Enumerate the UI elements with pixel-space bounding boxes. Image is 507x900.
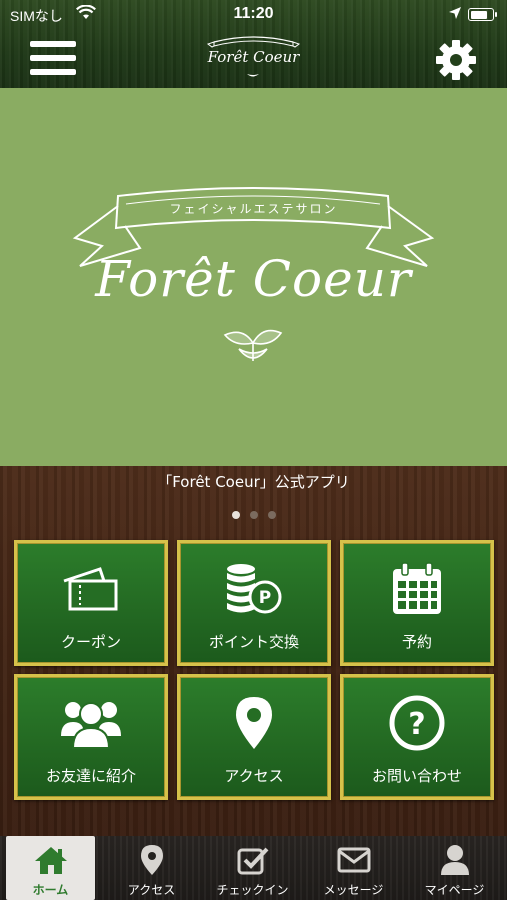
svg-text:P: P [259, 588, 271, 608]
point-exchange-tile[interactable]: P ポイント交換 [177, 540, 331, 666]
tab-label: チェックイン [216, 883, 289, 897]
hamburger-menu-icon [30, 41, 76, 47]
coupon-tile[interactable]: クーポン [14, 540, 168, 666]
carousel-dot[interactable] [267, 511, 276, 519]
carousel-caption: 「Forêt Coeur」公式アプリ [157, 473, 350, 491]
battery-icon [468, 8, 497, 21]
clock: 11:20 [233, 5, 274, 22]
settings-button[interactable] [432, 36, 480, 84]
ticket-icon [17, 557, 165, 621]
tab-mypage[interactable]: マイページ [404, 836, 505, 900]
status-bar: SIMなし 11:20 [0, 0, 507, 30]
person-icon [404, 843, 505, 877]
home-icon [6, 843, 95, 877]
map-pin-icon [101, 843, 202, 877]
tab-label: ホーム [32, 883, 69, 897]
reservation-tile[interactable]: 予約 [340, 540, 494, 666]
header-logo-text: Forêt Coeur [207, 48, 300, 66]
refer-friend-tile[interactable]: お友達に紹介 [14, 674, 168, 800]
carousel-dot[interactable] [231, 511, 240, 519]
tab-label: マイページ [424, 883, 485, 897]
coins-point-icon: P [180, 557, 328, 621]
tab-checkin[interactable]: チェックイン [202, 836, 303, 900]
question-circle-icon: ? [343, 691, 491, 755]
location-arrow-icon [448, 6, 462, 25]
carousel-dots [0, 504, 507, 523]
calendar-icon [343, 557, 491, 621]
hero-subtitle: フェイシャルエステサロン [169, 202, 338, 216]
tab-home[interactable]: ホーム [6, 836, 95, 900]
contact-tile[interactable]: ? お問い合わせ [340, 674, 494, 800]
tile-label: 予約 [401, 633, 432, 651]
users-group-icon [17, 691, 165, 755]
tab-message[interactable]: メッセージ [303, 836, 404, 900]
tile-label: ポイント交換 [208, 633, 299, 651]
app-header: SIMなし 11:20 Forêt Coeur [0, 0, 507, 88]
gear-icon [436, 40, 476, 80]
checkbox-icon [202, 843, 303, 877]
tile-label: お友達に紹介 [45, 767, 136, 785]
svg-text:?: ? [408, 707, 425, 742]
tile-label: クーポン [60, 633, 121, 651]
tab-bar: ホーム アクセス チェックイン メッセージ マイページ [0, 836, 507, 900]
envelope-icon [303, 843, 404, 877]
tab-access[interactable]: アクセス [101, 836, 202, 900]
tab-label: アクセス [127, 883, 176, 897]
hero-banner[interactable]: フェイシャルエステサロン Forêt Coeur [0, 88, 507, 466]
header-logo: Forêt Coeur [200, 30, 307, 82]
tile-label: アクセス [224, 767, 284, 785]
access-tile[interactable]: アクセス [177, 674, 331, 800]
hero-brand: Forêt Coeur [95, 250, 412, 308]
carousel-dot[interactable] [249, 511, 258, 519]
tab-label: メッセージ [323, 883, 384, 897]
tile-label: お問い合わせ [371, 767, 462, 785]
map-pin-icon [180, 691, 328, 755]
menu-button[interactable] [30, 38, 76, 78]
menu-grid: クーポン P ポイント交換 予約 お友達に紹介 アクセス ? お問い合わせ [14, 540, 494, 802]
